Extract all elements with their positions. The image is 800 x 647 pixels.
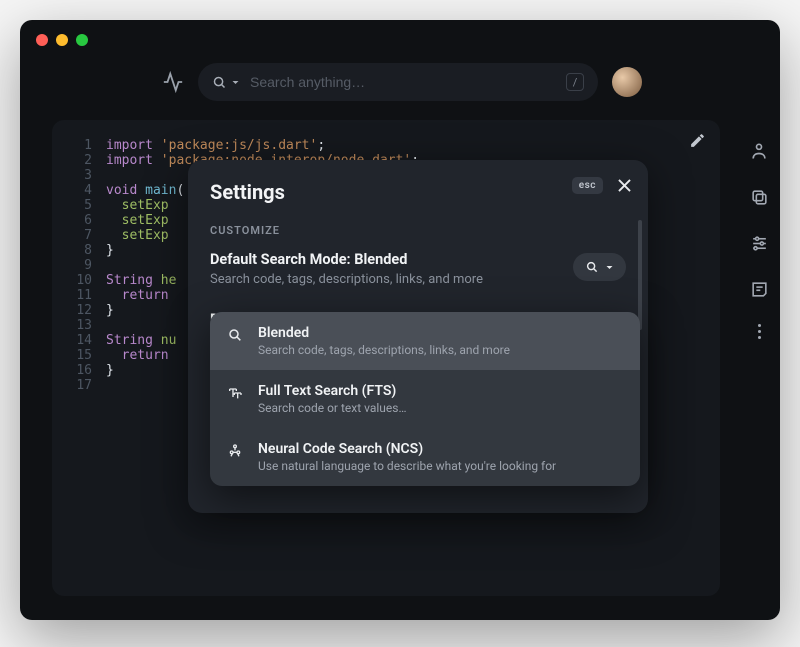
option-desc: Search code, tags, descriptions, links, … — [258, 343, 510, 357]
dropdown-option[interactable]: Blended Search code, tags, descriptions, … — [210, 312, 640, 370]
sliders-icon[interactable] — [748, 232, 770, 254]
neural-icon — [226, 443, 244, 459]
search-mode-button[interactable] — [573, 253, 626, 281]
text-icon — [226, 385, 244, 401]
search-input[interactable] — [250, 74, 556, 90]
search-bar[interactable]: / — [198, 63, 598, 101]
scrollbar[interactable] — [638, 220, 642, 330]
setting-title: Default Search Mode: Blended — [210, 251, 626, 268]
activity-icon[interactable] — [158, 67, 188, 97]
option-desc: Search code or text values… — [258, 401, 406, 415]
edit-icon[interactable] — [689, 132, 706, 149]
option-title: Blended — [258, 325, 510, 341]
fullscreen-window-button[interactable] — [76, 34, 88, 46]
close-icon[interactable] — [615, 176, 634, 195]
option-title: Full Text Search (FTS) — [258, 383, 406, 399]
setting-desc: Search code, tags, descriptions, links, … — [210, 271, 626, 289]
avatar[interactable] — [612, 67, 642, 97]
app-window: / 1import 'package:js/js.dart';2import '… — [20, 20, 780, 620]
right-rail — [748, 140, 770, 339]
esc-hint: esc — [572, 177, 603, 194]
search-icon — [226, 327, 244, 343]
code-line[interactable]: 1import 'package:js/js.dart'; — [66, 138, 706, 153]
person-icon[interactable] — [748, 140, 770, 162]
option-title: Neural Code Search (NCS) — [258, 441, 556, 457]
close-window-button[interactable] — [36, 34, 48, 46]
modal-title: Settings — [210, 180, 626, 204]
note-icon[interactable] — [748, 278, 770, 300]
topbar: / — [20, 56, 780, 108]
search-icon — [212, 75, 240, 90]
dropdown-option[interactable]: Full Text Search (FTS) Search code or tex… — [210, 370, 640, 428]
more-icon[interactable] — [748, 324, 770, 339]
search-mode-dropdown: Blended Search code, tags, descriptions, … — [210, 312, 640, 486]
dropdown-option[interactable]: Neural Code Search (NCS) Use natural lang… — [210, 428, 640, 486]
section-label: CUSTOMIZE — [210, 224, 626, 237]
minimize-window-button[interactable] — [56, 34, 68, 46]
traffic-lights — [36, 34, 88, 46]
slash-hint: / — [566, 73, 584, 91]
setting-row[interactable]: Default Search Mode: Blended Search code,… — [210, 251, 626, 289]
option-desc: Use natural language to describe what yo… — [258, 459, 556, 473]
copy-icon[interactable] — [748, 186, 770, 208]
